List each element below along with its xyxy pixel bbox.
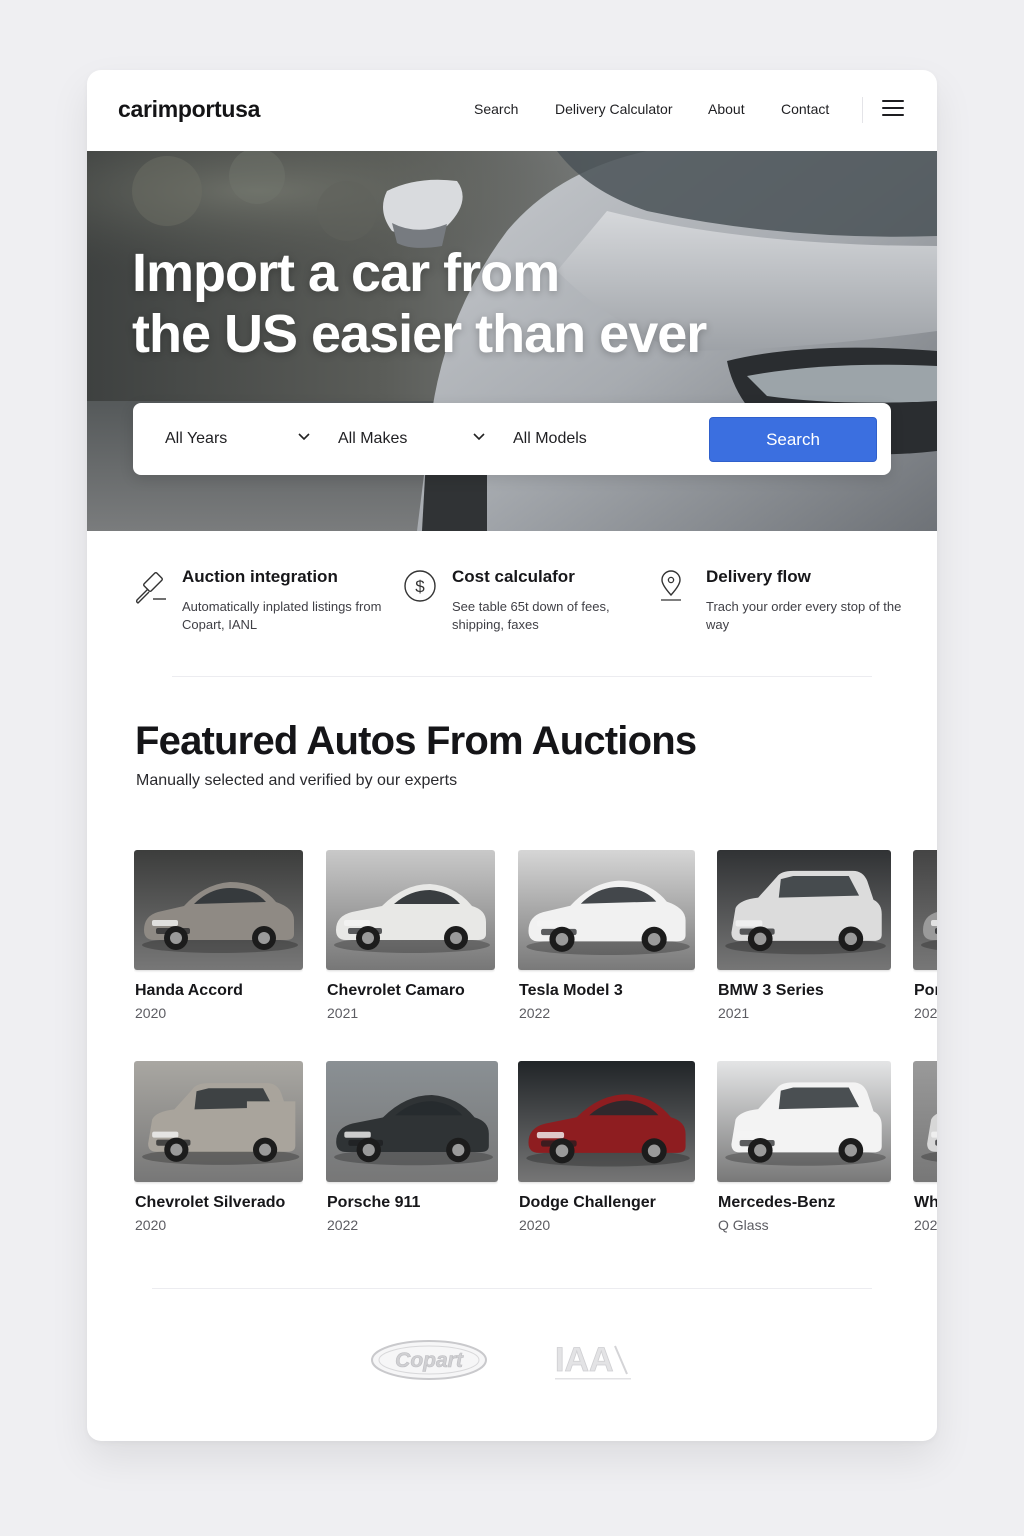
feature-description: Automatically inplated listings from Cop… [182, 599, 382, 632]
car-thumbnail[interactable] [326, 850, 495, 970]
nav-divider [862, 97, 863, 123]
car-name[interactable]: Handa Accord [135, 982, 243, 1000]
page-card: carimportusa Search Delivery Calculator … [87, 70, 937, 1441]
car-name[interactable]: Por [914, 982, 937, 1000]
featured-section-title: Featured Autos From Auctions [135, 719, 697, 763]
make-select-value: All Makes [338, 430, 408, 447]
site-logo[interactable]: carimportusa [118, 96, 260, 123]
car-card[interactable]: Wh 202 [913, 1061, 937, 1244]
car-thumbnail[interactable] [134, 1061, 303, 1182]
copart-logo-text: Copart [395, 1349, 464, 1372]
section-divider [152, 1288, 872, 1289]
car-thumbnail[interactable] [134, 850, 303, 970]
car-year: 202 [914, 1217, 937, 1233]
copart-logo: Copart [371, 1340, 487, 1380]
car-card[interactable]: Dodge Challenger 2020 [518, 1061, 695, 1244]
vehicle-search-bar: All Years All Makes All Models Search [133, 403, 891, 475]
car-thumbnail[interactable] [717, 1061, 891, 1182]
hero-title-line-2: the US easier than ever [132, 304, 707, 364]
car-thumbnail[interactable] [913, 850, 937, 970]
make-select[interactable]: All Makes [338, 403, 485, 475]
section-divider [172, 676, 872, 677]
feature-title: Auction integration [182, 567, 338, 586]
car-card[interactable]: Chevrolet Silverado 2020 [134, 1061, 303, 1244]
hero-title-line-1: Import a car from [132, 243, 560, 303]
car-card[interactable]: Tesla Model 3 2022 [518, 850, 695, 1032]
iaa-logo-text: IAA [555, 1341, 614, 1379]
model-select[interactable]: All Models [513, 403, 663, 475]
feature-title: Delivery flow [706, 567, 811, 586]
hero-banner: Import a car from the US easier than eve… [87, 151, 937, 531]
location-pin-icon [661, 570, 681, 601]
search-button[interactable]: Search [709, 417, 877, 462]
hero-title: Import a car from the US easier than eve… [132, 243, 832, 365]
car-card[interactable]: BMW 3 Series 2021 [717, 850, 891, 1032]
car-name[interactable]: Chevrolet Camaro [327, 982, 465, 1000]
chevron-down-icon [298, 433, 310, 441]
car-thumbnail[interactable] [326, 1061, 498, 1182]
year-select[interactable]: All Years [165, 403, 310, 475]
car-year: 202 [914, 1005, 937, 1021]
hamburger-menu-icon[interactable] [882, 100, 904, 117]
car-name[interactable]: Tesla Model 3 [519, 982, 623, 1000]
car-year: 2022 [327, 1217, 359, 1233]
car-thumbnail[interactable] [518, 850, 695, 970]
car-name[interactable]: Chevrolet Silverado [135, 1194, 285, 1212]
featured-section-subtitle: Manually selected and verified by our ex… [136, 772, 458, 789]
year-select-value: All Years [165, 430, 228, 447]
car-name[interactable]: BMW 3 Series [718, 982, 824, 1000]
nav-link-contact[interactable]: Contact [781, 101, 829, 117]
iaa-logo: IAA [555, 1341, 631, 1380]
car-card[interactable]: Por 202 [913, 850, 937, 1032]
nav-link-search[interactable]: Search [474, 101, 518, 117]
site-header: carimportusa Search Delivery Calculator … [87, 70, 937, 151]
car-name[interactable]: Mercedes-Benz [718, 1194, 835, 1212]
feature-description: Trach your order every stop of the way [706, 599, 902, 632]
svg-text:$: $ [415, 577, 425, 596]
feature-title: Cost calculafor [452, 567, 575, 586]
car-year: 2021 [327, 1005, 359, 1021]
model-select-value: All Models [513, 430, 587, 447]
car-card[interactable]: Chevrolet Camaro 2021 [326, 850, 495, 1032]
nav-link-about[interactable]: About [708, 101, 745, 117]
car-year: Q Glass [718, 1217, 769, 1233]
car-year: 2020 [135, 1005, 167, 1021]
car-year: 2020 [135, 1217, 167, 1233]
car-card[interactable]: Porsche 911 2022 [326, 1061, 498, 1244]
car-year: 2020 [519, 1217, 551, 1233]
feature-description: See table 65t down of fees, shipping, fa… [452, 599, 610, 632]
dollar-icon: $ [404, 570, 436, 602]
car-name[interactable]: Wh [914, 1194, 937, 1212]
nav-link-delivery-calculator[interactable]: Delivery Calculator [555, 101, 672, 117]
car-card[interactable]: Handa Accord 2020 [134, 850, 303, 1032]
gavel-icon [135, 572, 166, 604]
car-year: 2022 [519, 1005, 551, 1021]
car-card[interactable]: Mercedes-Benz Q Glass [717, 1061, 891, 1244]
car-thumbnail[interactable] [717, 850, 891, 970]
car-thumbnail[interactable] [913, 1061, 937, 1182]
car-year: 2021 [718, 1005, 750, 1021]
car-name[interactable]: Dodge Challenger [519, 1194, 656, 1212]
car-thumbnail[interactable] [518, 1061, 695, 1182]
car-name[interactable]: Porsche 911 [327, 1194, 420, 1212]
chevron-down-icon [473, 433, 485, 441]
